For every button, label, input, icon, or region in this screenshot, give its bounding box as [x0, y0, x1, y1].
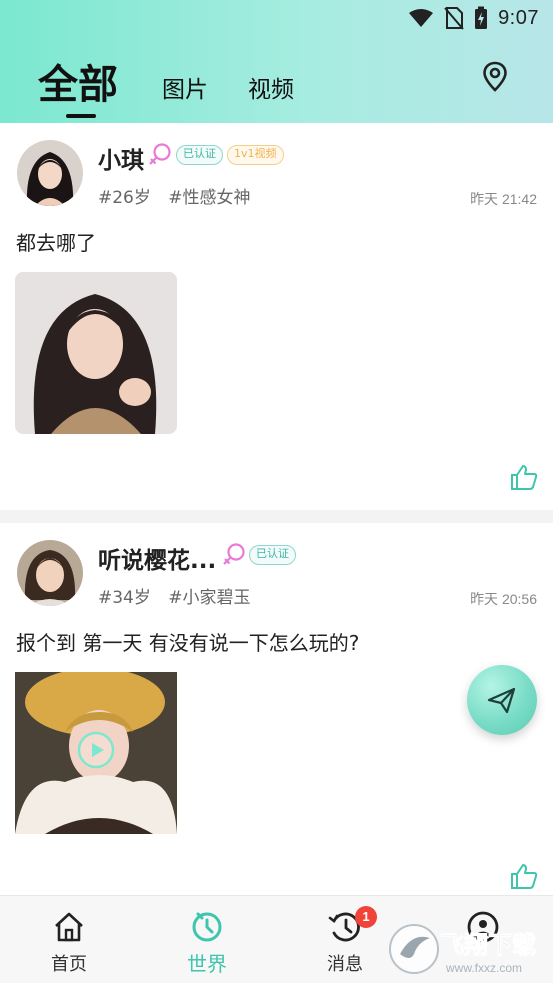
- thumbs-up-icon[interactable]: [510, 863, 538, 889]
- watermark-logo: 飞翔下载 www.fxxz.com: [388, 920, 546, 978]
- age-tag: #26岁: [98, 188, 151, 208]
- nav-world[interactable]: 世界: [147, 896, 267, 983]
- nav-label: 首页: [51, 954, 87, 975]
- post-time: 昨天 21:42: [470, 191, 537, 207]
- nav-label: 世界: [187, 952, 227, 976]
- no-sim-icon: [444, 7, 464, 30]
- play-icon[interactable]: [77, 731, 115, 769]
- status-bar: 9:07: [0, 0, 553, 38]
- post-time: 昨天 20:56: [470, 591, 537, 607]
- verified-badge: 已认证: [249, 545, 296, 565]
- post-video-thumbnail[interactable]: [15, 672, 177, 834]
- unread-badge: 1: [355, 906, 377, 928]
- verified-badge: 已认证: [176, 145, 223, 165]
- watermark-url: www.fxxz.com: [445, 961, 522, 975]
- location-pin-icon[interactable]: [480, 60, 510, 92]
- user-name[interactable]: 听说樱花...: [98, 541, 216, 575]
- female-icon: [223, 543, 245, 565]
- female-icon: [149, 143, 171, 165]
- send-button[interactable]: [467, 665, 537, 735]
- battery-icon: [475, 6, 488, 29]
- nav-home[interactable]: 首页: [9, 896, 129, 983]
- status-time: 9:07: [498, 6, 539, 29]
- header: 9:07 全部 图片 视频: [0, 0, 553, 123]
- tab-all[interactable]: 全部: [38, 52, 118, 110]
- app-screen: 9:07 全部 图片 视频 小琪 已认证 1v1视频 #26岁 #性感女神 昨天…: [0, 0, 553, 983]
- avatar[interactable]: [17, 140, 83, 206]
- user-name[interactable]: 小琪: [98, 141, 144, 175]
- nav-messages[interactable]: 1 消息: [285, 896, 405, 983]
- thumbs-up-icon[interactable]: [510, 464, 538, 490]
- tab-active-indicator: [66, 114, 96, 118]
- avatar[interactable]: [17, 540, 83, 606]
- watermark-text: 飞翔下载: [440, 931, 536, 959]
- world-icon: [192, 912, 222, 942]
- tab-images[interactable]: 图片: [162, 70, 208, 104]
- style-tag: #性感女神: [168, 188, 251, 208]
- nav-label: 消息: [327, 954, 363, 975]
- user-tags: #26岁 #性感女神: [98, 183, 263, 208]
- user-tags: #34岁 #小家碧玉: [98, 583, 263, 608]
- home-icon: [55, 912, 83, 942]
- post-content: 都去哪了: [16, 231, 96, 255]
- tab-videos[interactable]: 视频: [248, 70, 294, 104]
- post-card[interactable]: 小琪 已认证 1v1视频 #26岁 #性感女神 昨天 21:42 都去哪了: [0, 123, 553, 510]
- age-tag: #34岁: [98, 588, 151, 608]
- style-tag: #小家碧玉: [168, 588, 251, 608]
- post-content: 报个到 第一天 有没有说一下怎么玩的?: [16, 631, 360, 655]
- wifi-icon: [409, 9, 434, 27]
- video-chat-badge: 1v1视频: [227, 145, 284, 165]
- send-icon: [487, 687, 516, 714]
- post-photo[interactable]: [15, 272, 177, 434]
- status-icons: 9:07: [408, 6, 539, 30]
